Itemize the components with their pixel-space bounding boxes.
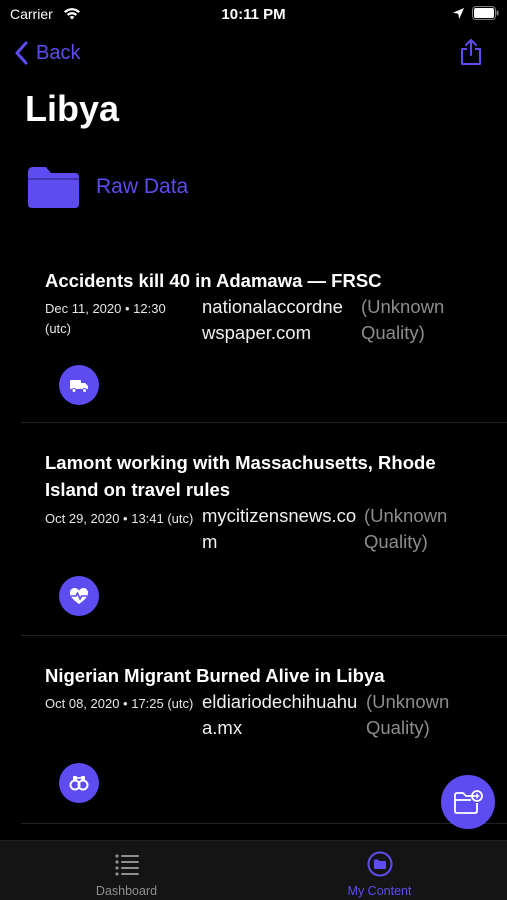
handcuffs-icon [69,776,89,791]
article-source: mycitizensnews.com [202,505,357,552]
location-arrow-icon [453,8,464,19]
article-list-item[interactable]: Nigerian Migrant Burned Alive in Libya O… [21,636,507,824]
tab-dashboard[interactable]: Dashboard [0,841,253,900]
tab-bar: Dashboard My Content [0,840,507,900]
article-date: Oct 29, 2020 • 13:41 (utc) [45,511,194,526]
article-title: Nigerian Migrant Burned Alive in Libya [45,665,385,686]
article-quality: (Unknown Quality) [364,505,448,552]
add-folder-button[interactable] [441,775,495,829]
article-list-item[interactable]: Accidents kill 40 in Adamawa — FRSC Dec … [21,250,507,423]
page-title: Libya [25,88,120,129]
back-label: Back [36,41,81,64]
battery-icon [472,6,499,20]
raw-data-label: Raw Data [96,175,189,198]
article-date: Dec 11, 2020 • 12:30 (utc) [45,301,166,336]
article-source: eldiariodechihuahua.mx [202,691,358,738]
heartbeat-icon [70,588,88,604]
navigation-bar: Back [0,36,507,72]
article-quality: (Unknown Quality) [366,691,450,738]
folder-icon [28,167,79,208]
article-quality: (Unknown Quality) [361,296,445,343]
status-bar: Carrier 10:11 PM [0,0,507,30]
category-badge[interactable] [59,763,99,803]
truck-icon [70,380,88,393]
share-icon[interactable] [459,38,483,66]
tab-dashboard-label: Dashboard [95,884,158,898]
back-button[interactable]: Back [14,38,80,68]
tab-my-content-label: My Content [347,884,412,898]
tab-my-content[interactable]: My Content [253,841,506,900]
status-time: 10:11 PM [221,6,286,23]
list-icon [114,854,139,876]
article-title: Lamont working with Massachusetts, Rhode… [45,452,436,500]
add-folder-icon [454,790,483,814]
article-list-item[interactable]: Lamont working with Massachusetts, Rhode… [21,423,507,636]
folder-circle-icon [367,851,392,877]
article-date: Oct 08, 2020 • 17:25 (utc) [45,696,194,711]
chevron-left-icon [15,41,28,65]
category-badge[interactable] [59,576,99,616]
category-badge[interactable] [59,365,99,405]
raw-data-folder[interactable]: Raw Data [25,163,188,211]
article-source: nationalaccordnewspaper.com [202,296,343,343]
article-title: Accidents kill 40 in Adamawa — FRSC [45,270,382,291]
